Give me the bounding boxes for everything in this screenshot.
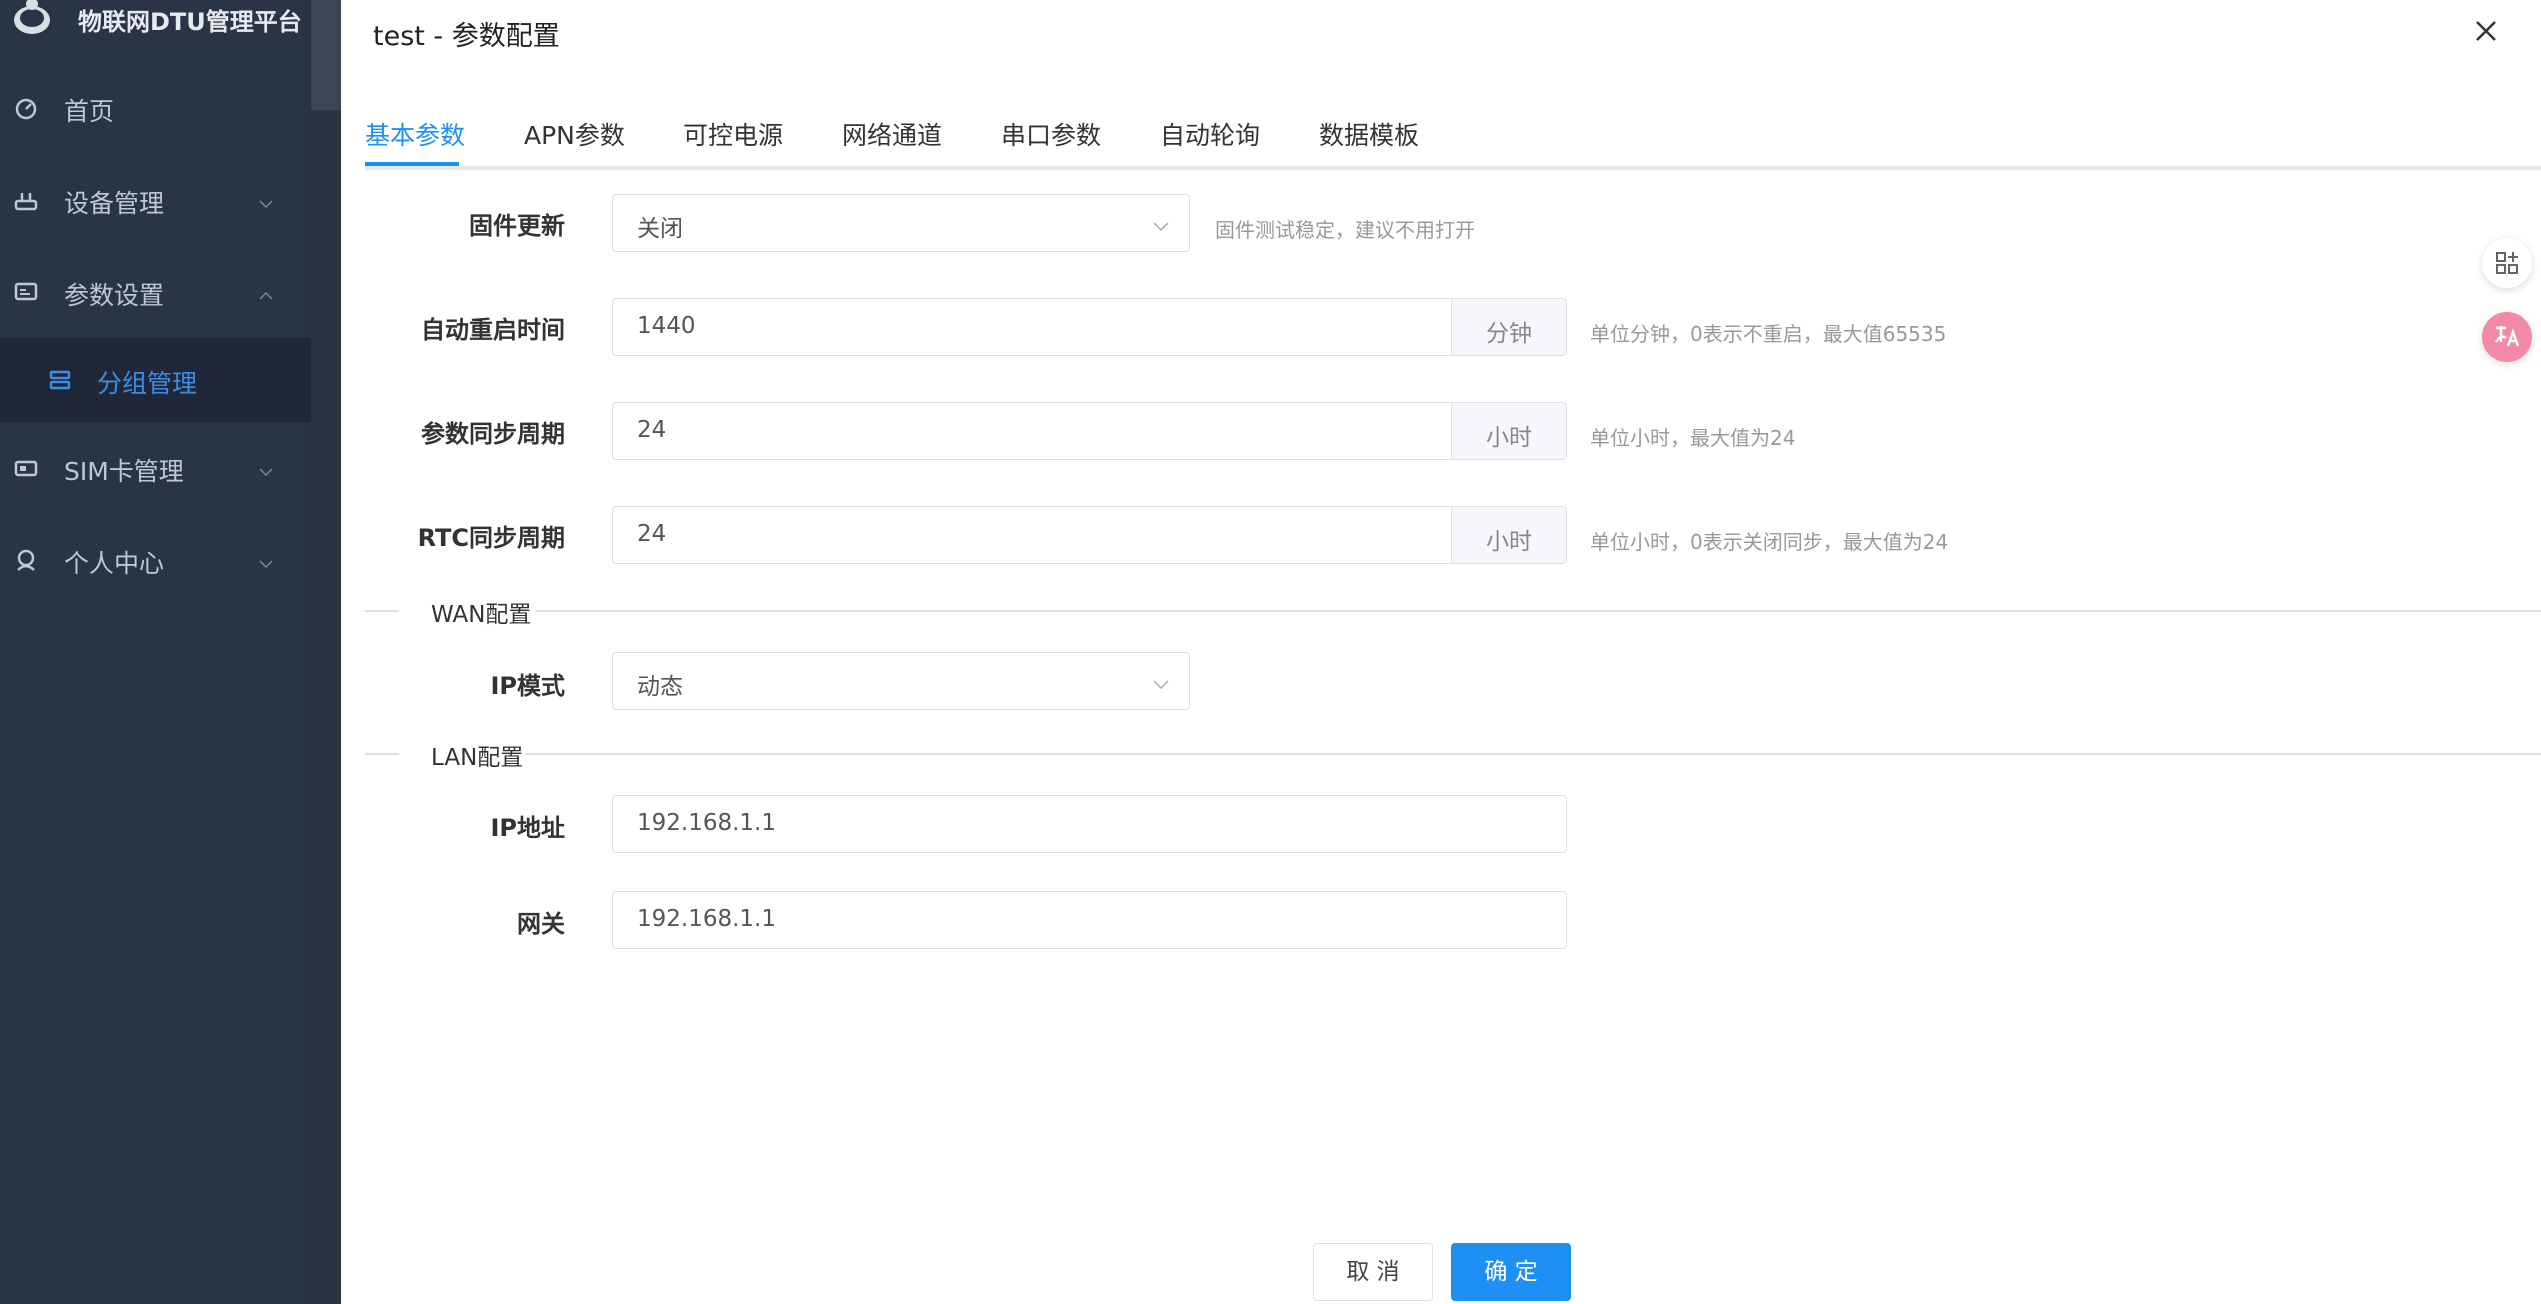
sidebar-item-params[interactable]: 参数设置 xyxy=(0,246,311,338)
tab-serial[interactable]: 串口参数 xyxy=(1001,116,1101,152)
reboot-label: 自动重启时间 xyxy=(421,316,565,344)
tab-polling[interactable]: 自动轮询 xyxy=(1160,116,1260,152)
rtc-sync-input[interactable]: 24 小时 xyxy=(612,506,1567,564)
lan-divider: LAN配置 xyxy=(365,745,2541,771)
overlay-strip-header xyxy=(311,0,341,110)
reboot-value: 1440 xyxy=(637,313,696,339)
rtc-sync-hint: 单位小时，0表示关闭同步，最大值为24 xyxy=(1590,530,1949,554)
tab-basic[interactable]: 基本参数 xyxy=(365,116,465,152)
ip-address-label: IP地址 xyxy=(490,814,565,842)
firmware-select[interactable]: 关闭 xyxy=(612,194,1190,252)
tab-apn[interactable]: APN参数 xyxy=(524,116,625,152)
config-drawer: test - 参数配置 基本参数 APN参数 可控电源 网络通道 串口参数 自动… xyxy=(341,0,2541,1304)
firmware-hint: 固件测试稳定，建议不用打开 xyxy=(1215,218,1475,242)
firmware-value: 关闭 xyxy=(637,216,683,242)
tab-network[interactable]: 网络通道 xyxy=(842,116,942,152)
firmware-label: 固件更新 xyxy=(469,212,565,240)
sidebar-item-label: 个人中心 xyxy=(64,549,165,578)
gateway-label: 网关 xyxy=(517,910,565,938)
chevron-down-icon xyxy=(1153,217,1169,232)
chevron-down-icon xyxy=(259,462,273,477)
close-icon[interactable] xyxy=(2471,16,2501,46)
rtc-sync-value: 24 xyxy=(637,521,667,547)
sim-card-icon xyxy=(14,456,38,480)
logo-icon xyxy=(8,0,56,40)
chevron-down-icon xyxy=(1153,675,1169,690)
drawer-title: test - 参数配置 xyxy=(373,21,560,52)
ip-address-input[interactable]: 192.168.1.1 xyxy=(612,795,1567,853)
sidebar-item-devices[interactable]: 设备管理 xyxy=(0,154,311,246)
sidebar-item-label: SIM卡管理 xyxy=(64,457,184,486)
lan-section-title: LAN配置 xyxy=(431,745,524,771)
rtc-sync-unit: 小时 xyxy=(1451,507,1566,563)
param-sync-unit: 小时 xyxy=(1451,403,1566,459)
reboot-unit: 分钟 xyxy=(1451,299,1566,355)
sidebar: 物联网DTU管理平台 首页 设备管理 参数设置 分组管理 SIM卡管理 个人中心 xyxy=(0,0,311,1304)
param-sync-value: 24 xyxy=(637,417,667,443)
gateway-input[interactable]: 192.168.1.1 xyxy=(612,891,1567,949)
sidebar-item-label: 设备管理 xyxy=(64,189,165,218)
router-icon xyxy=(14,188,38,212)
param-sync-hint: 单位小时，最大值为24 xyxy=(1590,426,1796,450)
ip-mode-value: 动态 xyxy=(637,674,683,700)
cancel-button[interactable]: 取 消 xyxy=(1313,1243,1433,1301)
tab-power[interactable]: 可控电源 xyxy=(683,116,783,152)
sidebar-item-label: 参数设置 xyxy=(64,281,165,310)
sidebar-item-profile[interactable]: 个人中心 xyxy=(0,514,311,606)
group-icon xyxy=(48,368,72,392)
reboot-input[interactable]: 1440 分钟 xyxy=(612,298,1567,356)
rtc-sync-label: RTC同步周期 xyxy=(417,524,565,552)
sidebar-item-groups[interactable]: 分组管理 xyxy=(0,338,311,422)
dashboard-icon xyxy=(14,96,38,120)
ip-address-value: 192.168.1.1 xyxy=(637,810,776,836)
gateway-value: 192.168.1.1 xyxy=(637,906,776,932)
ip-mode-label: IP模式 xyxy=(490,672,565,700)
settings-panel-icon xyxy=(14,280,38,304)
grid-add-icon[interactable] xyxy=(2482,238,2532,288)
translate-icon[interactable] xyxy=(2482,312,2532,362)
chevron-up-icon xyxy=(259,286,273,300)
sidebar-item-sim[interactable]: SIM卡管理 xyxy=(0,422,311,514)
user-icon xyxy=(14,548,38,572)
confirm-button[interactable]: 确 定 xyxy=(1451,1243,1571,1301)
ip-mode-select[interactable]: 动态 xyxy=(612,652,1190,710)
brand: 物联网DTU管理平台 xyxy=(0,0,311,40)
chevron-down-icon xyxy=(259,554,273,569)
tab-template[interactable]: 数据模板 xyxy=(1319,116,1419,152)
overlay-strip xyxy=(311,0,341,1304)
sidebar-item-home[interactable]: 首页 xyxy=(0,62,311,154)
param-sync-input[interactable]: 24 小时 xyxy=(612,402,1567,460)
app-title: 物联网DTU管理平台 xyxy=(78,8,302,36)
wan-section-title: WAN配置 xyxy=(431,602,532,628)
tab-bar: 基本参数 APN参数 可控电源 网络通道 串口参数 自动轮询 数据模板 xyxy=(365,116,2541,170)
reboot-hint: 单位分钟，0表示不重启，最大值65535 xyxy=(1590,322,1947,346)
wan-divider: WAN配置 xyxy=(365,602,2541,628)
sidebar-item-label: 分组管理 xyxy=(97,369,198,398)
sidebar-item-label: 首页 xyxy=(64,97,115,126)
param-sync-label: 参数同步周期 xyxy=(421,420,565,448)
active-tab-indicator xyxy=(365,162,459,166)
chevron-down-icon xyxy=(259,194,273,209)
